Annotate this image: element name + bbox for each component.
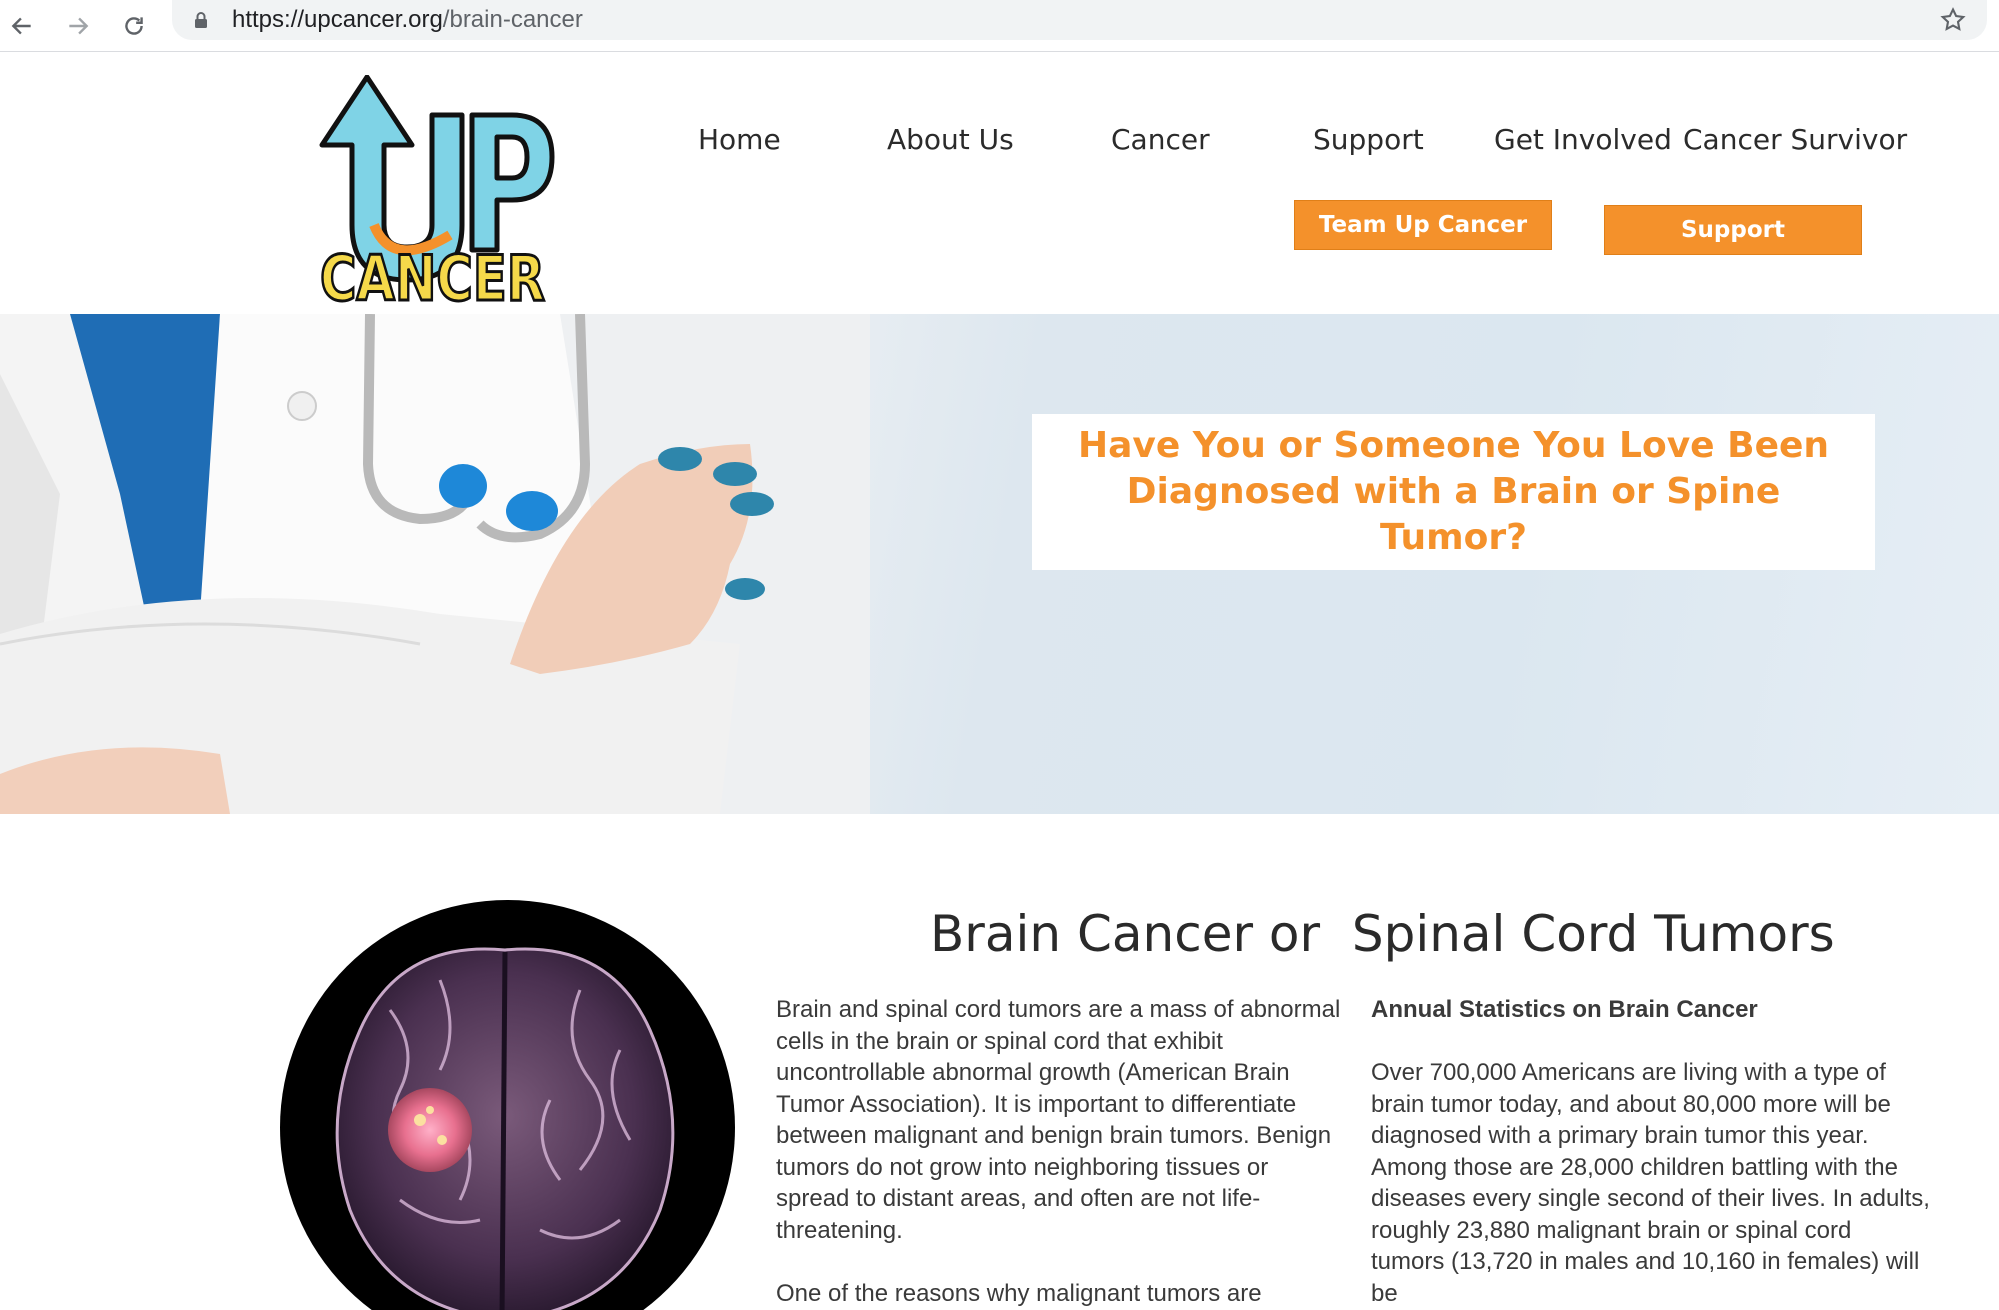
- statistics-heading: Annual Statistics on Brain Cancer: [1371, 996, 1758, 1023]
- lock-icon: [195, 12, 207, 28]
- brain-tumor-image: [280, 900, 735, 1310]
- reload-icon[interactable]: [116, 8, 152, 44]
- statistics-column: Annual Statistics on Brain Cancer Over 7…: [1371, 994, 1931, 1310]
- team-up-cancer-button[interactable]: Team Up Cancer: [1294, 200, 1552, 250]
- hero-callout-box: Have You or Someone You Love Been Diagno…: [1032, 414, 1875, 570]
- nav-cancer-survivor[interactable]: Cancer Survivor: [1683, 123, 1907, 156]
- hero-banner: Have You or Someone You Love Been Diagno…: [0, 314, 1999, 814]
- address-bar[interactable]: https://upcancer.org/brain-cancer: [172, 0, 1987, 40]
- page-title: Brain Cancer or Spinal Cord Tumors: [930, 905, 1835, 963]
- up-cancer-logo[interactable]: CANCER: [312, 74, 562, 317]
- browser-toolbar: https://upcancer.org/brain-cancer: [0, 0, 1999, 52]
- url-text[interactable]: https://upcancer.org/brain-cancer: [232, 6, 583, 34]
- hero-title: Have You or Someone You Love Been Diagno…: [1077, 425, 1830, 558]
- bookmark-star-icon[interactable]: [1939, 6, 1967, 34]
- back-arrow-icon[interactable]: [4, 8, 40, 44]
- nav-get-involved[interactable]: Get Involved: [1494, 123, 1672, 156]
- intro-paragraph: Brain and spinal cord tumors are a mass …: [776, 996, 1341, 1244]
- intro-column: Brain and spinal cord tumors are a mass …: [776, 994, 1346, 1310]
- url-host: https://upcancer.org: [232, 6, 443, 33]
- logo-text: CANCER: [320, 242, 545, 309]
- nav-support[interactable]: Support: [1313, 123, 1424, 156]
- intro-paragraph-2: One of the reasons why malignant tumors …: [776, 1279, 1262, 1307]
- statistics-paragraph: Over 700,000 Americans are living with a…: [1371, 1059, 1930, 1307]
- forward-arrow-icon[interactable]: [60, 8, 96, 44]
- nav-home[interactable]: Home: [698, 123, 781, 156]
- nav-about-us[interactable]: About Us: [887, 123, 1014, 156]
- support-button[interactable]: Support: [1604, 205, 1862, 255]
- site-header: CANCER Home About Us Cancer Support Get …: [0, 53, 1999, 317]
- nav-cancer[interactable]: Cancer: [1111, 123, 1210, 156]
- url-path: /brain-cancer: [442, 6, 583, 33]
